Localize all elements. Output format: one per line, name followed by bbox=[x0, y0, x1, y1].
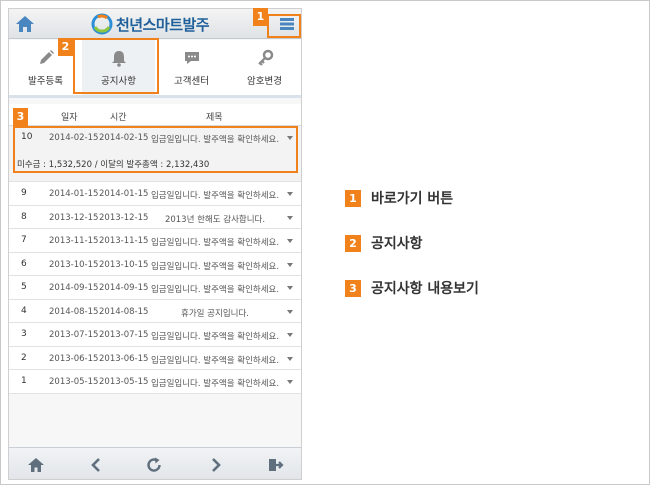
row-time: 2013-07-15 bbox=[99, 330, 149, 340]
row-title: 입금일입니다. 발주액을 확인하세요. bbox=[150, 332, 280, 342]
key-icon bbox=[258, 49, 274, 66]
legend-text: 바로가기 버튼 bbox=[371, 191, 454, 207]
table-row[interactable]: 1 2013-05-15 2013-05-15 입금일입니다. 발주액을 확인하… bbox=[9, 370, 301, 394]
row-time: 2013-12-15 bbox=[99, 212, 149, 223]
row-number: 8 bbox=[21, 211, 27, 222]
row-title: 2013년 한해도 감사합니다. bbox=[164, 214, 266, 225]
row-date: 2014-09-15 bbox=[49, 283, 99, 293]
legend-item-notice: 2 공지사항 bbox=[345, 234, 423, 252]
callout-badge-3: 3 bbox=[13, 108, 28, 126]
row-title: 입금일입니다. 발주액을 확인하세요. bbox=[150, 261, 280, 272]
table-header: 일자 시간 제목 bbox=[9, 104, 301, 126]
chevron-down-icon[interactable] bbox=[287, 286, 293, 290]
bottom-nav-bar bbox=[9, 447, 301, 479]
table-row[interactable]: 7 2013-11-15 2013-11-15 입금일입니다. 발주액을 확인하… bbox=[9, 229, 301, 253]
callout-highlight-notice bbox=[73, 38, 159, 94]
tab-label: 고객센터 bbox=[174, 76, 209, 87]
header-date: 일자 bbox=[61, 113, 78, 123]
legend-text: 공지사항 내용보기 bbox=[371, 281, 479, 297]
back-arrow-icon[interactable] bbox=[87, 456, 105, 474]
chevron-down-icon[interactable] bbox=[287, 262, 293, 267]
chevron-down-icon[interactable] bbox=[287, 356, 293, 361]
legend-item-notice-detail: 3 공지사항 내용보기 bbox=[345, 279, 479, 297]
callout-highlight-shortcut bbox=[267, 14, 301, 38]
legend-badge: 1 bbox=[345, 189, 361, 207]
callout-badge-1: 1 bbox=[253, 8, 268, 26]
row-number: 5 bbox=[21, 282, 27, 292]
row-title: 입금일입니다. 발주액을 확인하세요. bbox=[150, 285, 280, 295]
pencil-icon bbox=[40, 50, 54, 64]
row-number: 6 bbox=[21, 258, 27, 269]
legend-text: 공지사항 bbox=[371, 236, 423, 252]
row-date: 2013-05-15 bbox=[49, 377, 99, 387]
legend-item-shortcut: 1 바로가기 버튼 bbox=[345, 189, 453, 207]
forward-arrow-icon[interactable] bbox=[207, 456, 225, 474]
row-date: 2014-08-15 bbox=[49, 306, 99, 317]
header-time: 시간 bbox=[110, 113, 127, 123]
row-number: 3 bbox=[21, 329, 27, 339]
row-title: 입금일입니다. 발주액을 확인하세요. bbox=[150, 379, 280, 389]
tab-customer-center[interactable]: 고객센터 bbox=[155, 40, 228, 95]
app-title: 천년스마트발주 bbox=[116, 15, 210, 34]
row-number: 2 bbox=[21, 352, 27, 363]
chevron-down-icon[interactable] bbox=[287, 380, 293, 384]
callout-badge-2: 2 bbox=[58, 38, 73, 56]
row-title: 휴가일 공지입니다. bbox=[181, 308, 249, 319]
row-date: 2013-06-15 bbox=[49, 353, 99, 364]
row-time: 2013-11-15 bbox=[99, 236, 149, 246]
row-date: 2013-12-15 bbox=[49, 212, 99, 223]
chevron-down-icon[interactable] bbox=[287, 192, 293, 196]
table-row[interactable]: 4 2014-08-15 2014-08-15 휴가일 공지입니다. bbox=[9, 299, 301, 323]
tab-label: 암호변경 bbox=[247, 76, 282, 87]
row-time: 2013-10-15 bbox=[99, 259, 149, 270]
table-row[interactable]: 5 2014-09-15 2014-09-15 입금일입니다. 발주액을 확인하… bbox=[9, 276, 301, 300]
row-title: 입금일입니다. 발주액을 확인하세요. bbox=[150, 355, 280, 366]
row-date: 2013-07-15 bbox=[49, 330, 99, 340]
header-title: 제목 bbox=[206, 113, 223, 123]
screenshot-frame: 천년스마트발주 발주등록 공지사항 고객센터 암호변경 일자 시간 제목 10 … bbox=[0, 0, 650, 485]
legend-badge: 3 bbox=[345, 279, 361, 297]
legend-badge: 2 bbox=[345, 234, 361, 252]
table-row[interactable]: 9 2014-01-15 2014-01-15 입금일입니다. 발주액을 확인하… bbox=[9, 182, 301, 206]
row-time: 2014-01-15 bbox=[99, 189, 149, 199]
callout-highlight-notice-detail bbox=[13, 126, 298, 173]
chat-icon bbox=[185, 52, 199, 64]
row-time: 2013-05-15 bbox=[99, 377, 149, 387]
row-date: 2013-11-15 bbox=[49, 236, 99, 246]
home-icon[interactable] bbox=[14, 14, 36, 34]
row-number: 7 bbox=[21, 235, 27, 245]
row-time: 2013-06-15 bbox=[99, 353, 149, 364]
row-number: 4 bbox=[21, 305, 27, 316]
row-title: 입금일입니다. 발주액을 확인하세요. bbox=[150, 238, 280, 248]
home-icon[interactable] bbox=[27, 456, 45, 474]
logo-mark-icon bbox=[91, 13, 113, 35]
refresh-icon[interactable] bbox=[145, 456, 163, 474]
row-number: 1 bbox=[21, 376, 27, 386]
chevron-down-icon[interactable] bbox=[287, 309, 293, 314]
app-logo: 천년스마트발주 bbox=[91, 13, 210, 35]
row-time: 2014-09-15 bbox=[99, 283, 149, 293]
logout-icon[interactable] bbox=[267, 456, 285, 474]
row-date: 2014-01-15 bbox=[49, 189, 99, 199]
chevron-down-icon[interactable] bbox=[287, 215, 293, 220]
table-row[interactable]: 2 2013-06-15 2013-06-15 입금일입니다. 발주액을 확인하… bbox=[9, 346, 301, 370]
row-number: 9 bbox=[21, 188, 27, 198]
row-date: 2013-10-15 bbox=[49, 259, 99, 270]
row-title: 입금일입니다. 발주액을 확인하세요. bbox=[150, 191, 280, 201]
tab-label: 발주등록 bbox=[28, 76, 63, 87]
tab-password-change[interactable]: 암호변경 bbox=[228, 40, 301, 95]
chevron-down-icon[interactable] bbox=[287, 239, 293, 243]
table-row[interactable]: 8 2013-12-15 2013-12-15 2013년 한해도 감사합니다. bbox=[9, 205, 301, 229]
table-row[interactable]: 3 2013-07-15 2013-07-15 입금일입니다. 발주액을 확인하… bbox=[9, 323, 301, 347]
table-row[interactable]: 6 2013-10-15 2013-10-15 입금일입니다. 발주액을 확인하… bbox=[9, 252, 301, 276]
chevron-down-icon[interactable] bbox=[287, 333, 293, 337]
row-time: 2014-08-15 bbox=[99, 306, 149, 317]
